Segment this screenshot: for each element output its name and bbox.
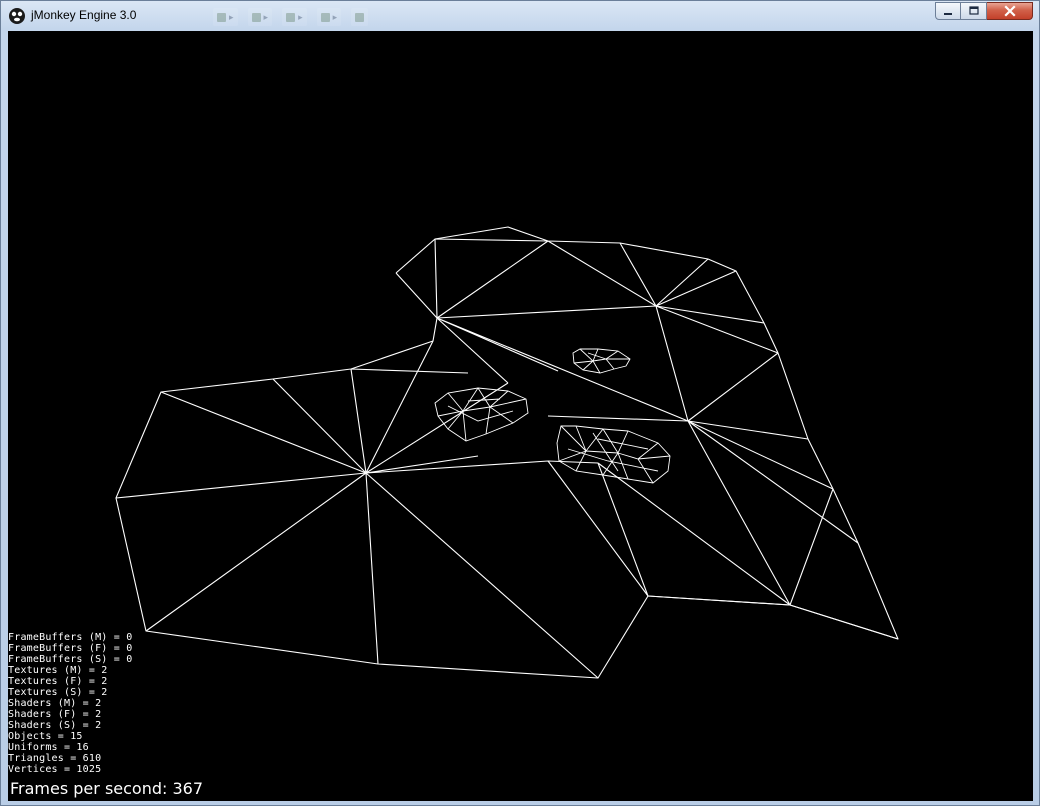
maximize-button[interactable] — [961, 2, 987, 20]
stat-vertices: Vertices = 1025 — [8, 764, 102, 775]
stat-textures-m: Textures (M) = 2 — [8, 665, 108, 676]
fps-counter: Frames per second: 367 — [10, 779, 204, 798]
stat-framebuffers-s: FrameBuffers (S) = 0 — [8, 654, 133, 665]
title-bar[interactable]: jMonkey Engine 3.0 ▸ ▸ ▸ ▸ — [1, 1, 1039, 31]
method-icon — [355, 12, 365, 22]
ghost-item: ▸ — [316, 8, 342, 26]
stat-triangles: Triangles = 610 — [8, 753, 102, 764]
maximize-icon — [968, 6, 979, 15]
folder-icon — [217, 12, 226, 22]
stat-objects: Objects = 15 — [8, 731, 83, 742]
window-title: jMonkey Engine 3.0 — [31, 8, 137, 22]
background-taskbar-ghost: ▸ ▸ ▸ ▸ — [213, 7, 921, 27]
stat-uniforms: Uniforms = 16 — [8, 742, 89, 753]
close-icon — [1003, 5, 1016, 17]
stats-overlay: FrameBuffers (M) = 0 FrameBuffers (F) = … — [8, 632, 132, 775]
minimize-button[interactable] — [935, 2, 961, 20]
minimize-icon — [944, 13, 952, 15]
stat-framebuffers-m: FrameBuffers (M) = 0 — [8, 632, 133, 643]
stat-framebuffers-f: FrameBuffers (F) = 0 — [8, 643, 133, 654]
stat-shaders-f: Shaders (F) = 2 — [8, 709, 102, 720]
window-controls — [935, 2, 1033, 20]
stat-shaders-m: Shaders (M) = 2 — [8, 698, 102, 709]
ghost-item: ▸ — [213, 8, 238, 26]
ghost-item: ▸ — [282, 8, 307, 26]
stat-textures-f: Textures (F) = 2 — [8, 676, 108, 687]
folder-icon — [251, 12, 261, 22]
terrain-wireframe — [115, 226, 899, 679]
folder-icon — [320, 12, 330, 22]
stat-textures-s: Textures (S) = 2 — [8, 687, 108, 698]
app-window: jMonkey Engine 3.0 ▸ ▸ ▸ ▸ FrameBuffers … — [0, 0, 1040, 806]
jmonkey-app-icon — [9, 8, 25, 24]
folder-icon — [286, 12, 296, 22]
close-button[interactable] — [987, 2, 1033, 20]
render-viewport[interactable]: FrameBuffers (M) = 0 FrameBuffers (F) = … — [8, 31, 1033, 801]
stat-shaders-s: Shaders (S) = 2 — [8, 720, 102, 731]
ghost-item — [351, 8, 369, 26]
ghost-item: ▸ — [247, 8, 273, 26]
